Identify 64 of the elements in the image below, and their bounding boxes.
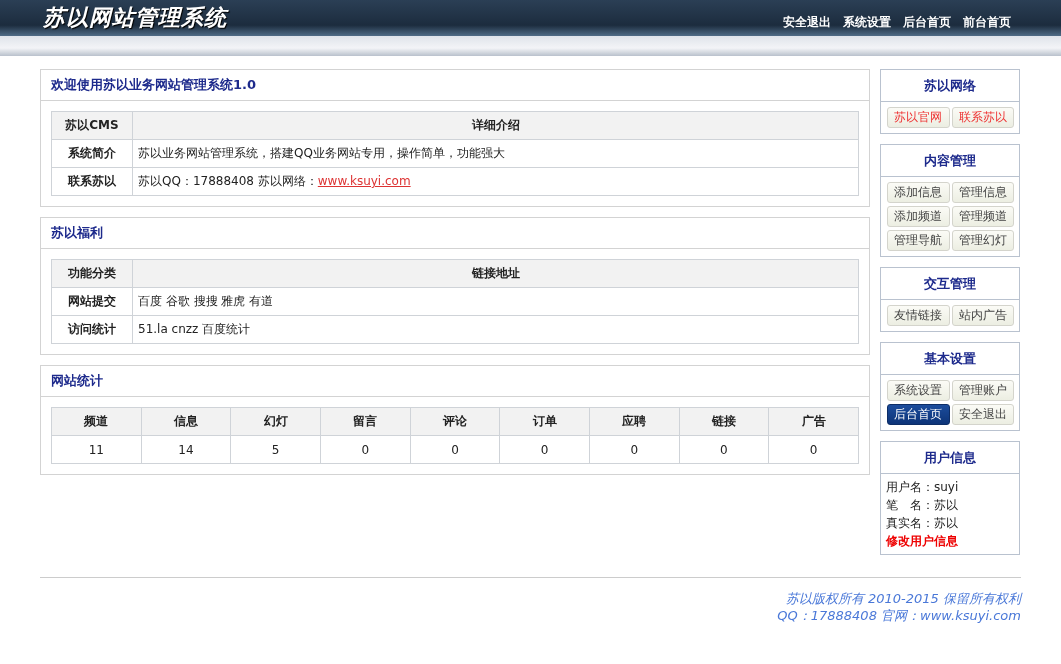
nav-link[interactable]: 系统设置 (843, 13, 891, 31)
table-cell: 0 (768, 435, 859, 464)
column-header: 应聘 (589, 407, 680, 436)
menu-button[interactable]: 站内广告 (951, 305, 1014, 326)
row-label: 网站提交 (51, 287, 133, 316)
column-header: 幻灯 (230, 407, 321, 436)
edit-profile-link[interactable]: 修改用户信息 (886, 534, 958, 548)
column-header: 功能分类 (51, 259, 133, 288)
table-cell: 百度 谷歌 搜搜 雅虎 有道 (132, 287, 859, 316)
row-label: 联系苏以 (51, 167, 133, 196)
menu-button[interactable]: 安全退出 (951, 404, 1014, 425)
column-header: 订单 (499, 407, 590, 436)
column-header: 苏以CMS (51, 111, 133, 140)
box-title: 内容管理 (881, 145, 1019, 177)
menu-button[interactable]: 后台首页 (887, 404, 950, 425)
table-cell: 51.la cnzz 百度统计 (132, 315, 859, 344)
box-title: 苏以网络 (881, 70, 1019, 102)
table-cell: 5 (230, 435, 321, 464)
nav-link[interactable]: 前台首页 (963, 13, 1011, 31)
user-detail: 笔 名：苏以 (886, 497, 959, 513)
table-cell: 0 (410, 435, 500, 464)
cell-text: 苏以QQ：17888408 苏以网络： (138, 174, 318, 188)
row-label: 系统简介 (51, 139, 133, 168)
menu-button[interactable]: 管理导航 (887, 230, 950, 251)
table-cell: 11 (51, 435, 142, 464)
table-cell: 0 (320, 435, 411, 464)
column-header: 频道 (51, 407, 142, 436)
column-header: 评论 (410, 407, 500, 436)
menu-button[interactable]: 管理幻灯 (951, 230, 1014, 251)
box-title: 交互管理 (881, 268, 1019, 300)
column-header: 留言 (320, 407, 411, 436)
menu-button[interactable]: 联系苏以 (951, 107, 1014, 128)
user-detail: 用户名：suyi (886, 479, 960, 495)
column-header: 信息 (141, 407, 231, 436)
menu-button[interactable]: 管理信息 (951, 182, 1014, 203)
table-cell: 0 (679, 435, 769, 464)
panel-title: 欢迎使用苏以业务网站管理系统1.0 (41, 70, 869, 101)
column-header: 详细介绍 (132, 111, 859, 140)
footer-text: 苏以版权所有 2010-2015 保留所有权利 (784, 590, 1021, 607)
menu-button[interactable]: 管理频道 (951, 206, 1014, 227)
user-detail: 真实名：苏以 (886, 515, 959, 531)
footer-text: QQ：17888408 官网：www.ksuyi.com (776, 607, 1021, 624)
column-header: 广告 (768, 407, 859, 436)
nav-link[interactable]: 后台首页 (903, 13, 951, 31)
table-cell: 苏以业务网站管理系统，搭建QQ业务网站专用，操作简单，功能强大 (132, 139, 859, 168)
menu-button[interactable]: 管理账户 (951, 380, 1014, 401)
menu-button[interactable]: 系统设置 (887, 380, 950, 401)
column-header: 链接 (679, 407, 769, 436)
menu-button[interactable]: 添加信息 (887, 182, 950, 203)
box-title: 用户信息 (881, 442, 1019, 474)
box-title: 基本设置 (881, 343, 1019, 375)
table-cell: 0 (499, 435, 590, 464)
menu-button[interactable]: 友情链接 (887, 305, 950, 326)
website-link[interactable]: www.ksuyi.com (317, 174, 411, 188)
table-cell: 0 (589, 435, 680, 464)
nav-link[interactable]: 安全退出 (783, 13, 831, 31)
menu-button[interactable]: 苏以官网 (887, 107, 950, 128)
column-header: 链接地址 (132, 259, 859, 288)
menu-button[interactable]: 添加频道 (887, 206, 950, 227)
row-label: 访问统计 (51, 315, 133, 344)
panel-title: 网站统计 (41, 366, 869, 397)
panel-title: 苏以福利 (41, 218, 869, 249)
site-logo: 苏以网站管理系统 (43, 4, 227, 32)
table-cell: 14 (141, 435, 231, 464)
